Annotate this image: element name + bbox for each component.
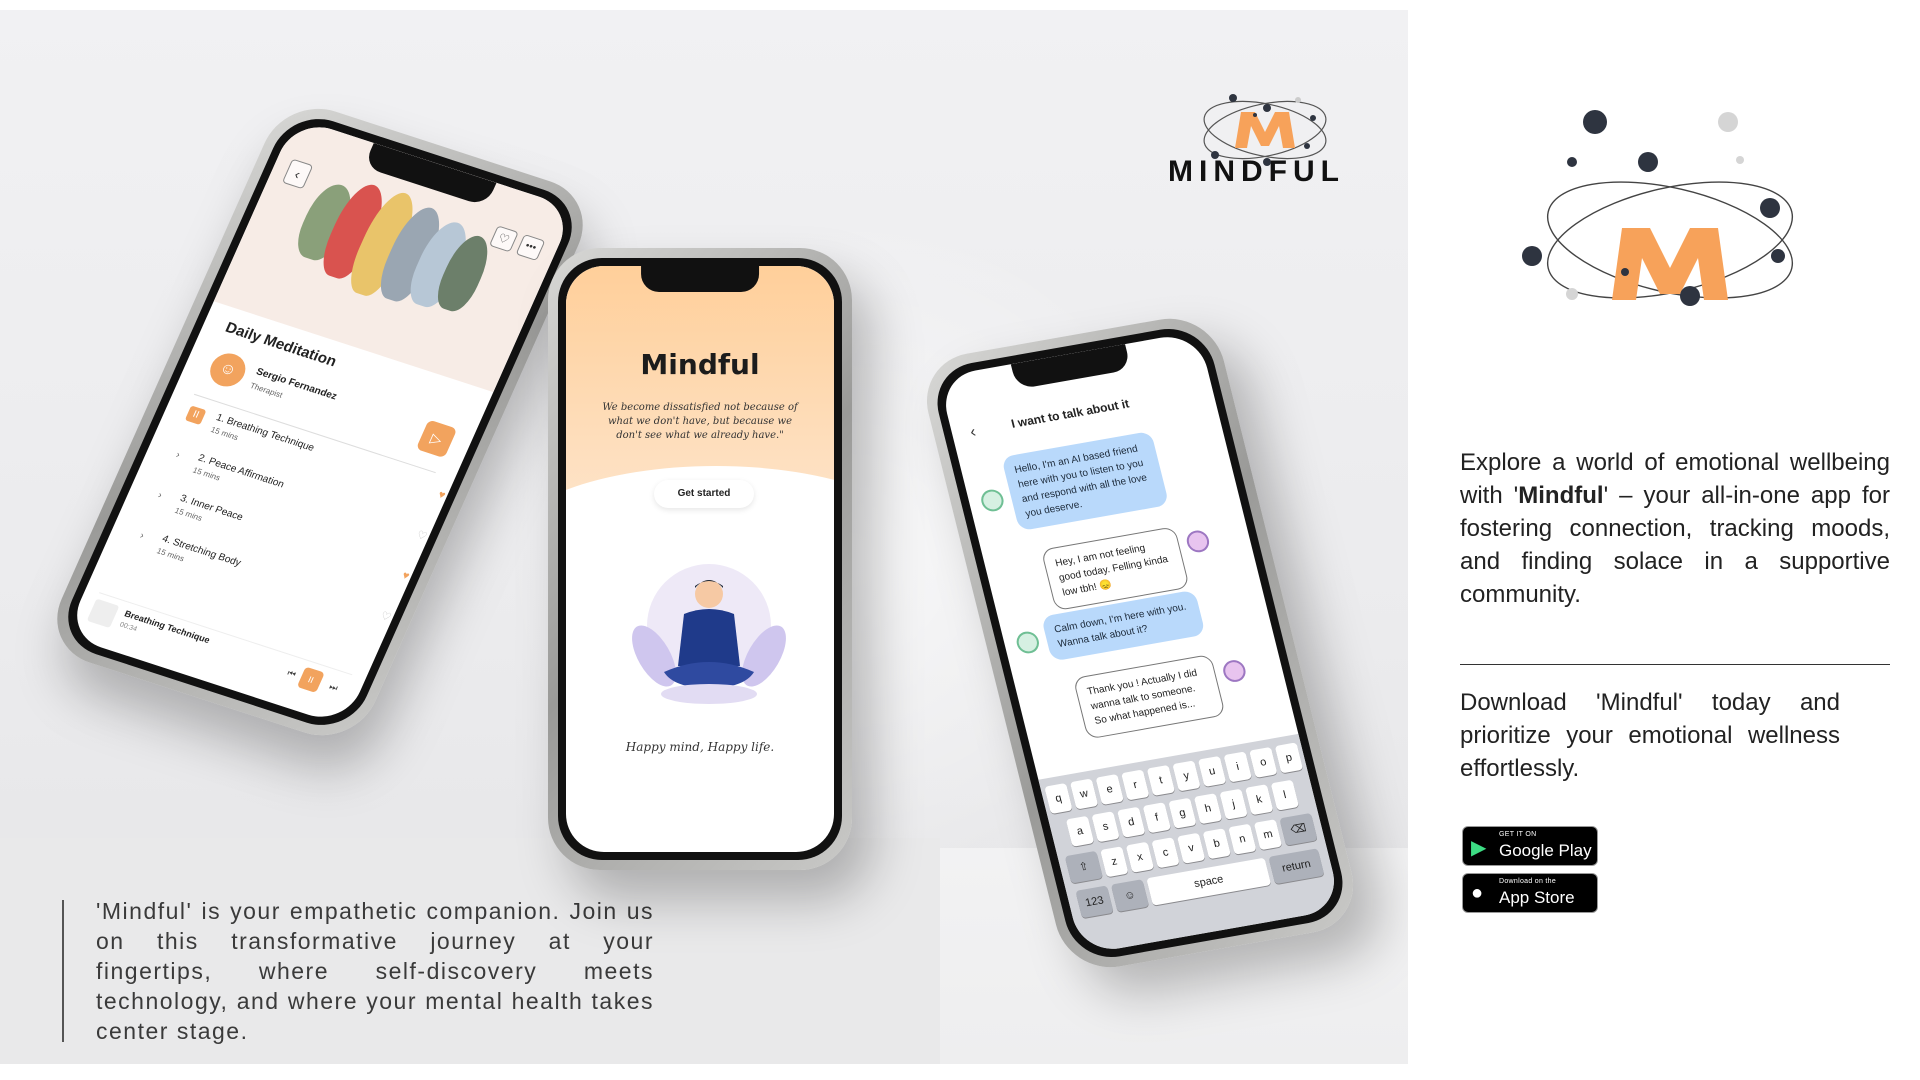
app-title: Mindful [640, 348, 760, 381]
key-w[interactable]: w [1069, 778, 1099, 810]
pause-icon[interactable]: II [184, 405, 207, 426]
key-t[interactable]: t [1146, 764, 1176, 796]
google-play-icon: ▶ [1471, 837, 1487, 859]
previous-icon[interactable]: ⏮ [285, 668, 298, 681]
key-b[interactable]: b [1202, 828, 1232, 860]
bot-avatar [978, 487, 1006, 514]
key-k[interactable]: k [1245, 784, 1274, 816]
app-store-badge[interactable]: ● Download on the App Store [1462, 873, 1598, 913]
app-description: Explore a world of emotional wellbeing w… [1460, 446, 1890, 611]
phone-welcome: Mindful We become dissatisfied not becau… [548, 248, 852, 870]
bot-avatar [1014, 629, 1042, 656]
play-button[interactable]: ▷ [415, 419, 458, 459]
player-time: 00:34 [118, 621, 138, 634]
next-icon[interactable]: ⏭ [327, 681, 340, 694]
key-y[interactable]: y [1172, 760, 1201, 792]
user-message: Thank you ! Actually I did wanna talk to… [1072, 653, 1226, 740]
emoji-key[interactable]: ☺ [1110, 879, 1150, 912]
chevron-right-icon[interactable]: › [167, 446, 189, 466]
key-f[interactable]: f [1142, 802, 1172, 834]
key-e[interactable]: e [1095, 773, 1124, 806]
chevron-right-icon[interactable]: › [149, 486, 171, 506]
keyboard: qwertyuiop asdfghjkl ⇧ zxcvbnm ⌫ 123 ☺ s… [1038, 733, 1343, 955]
key-n[interactable]: n [1228, 823, 1257, 855]
key-x[interactable]: x [1125, 841, 1155, 873]
key-d[interactable]: d [1117, 806, 1146, 838]
heart-icon[interactable]: ♥ [400, 570, 411, 583]
intro-quote: 'Mindful' is your empathetic companion. … [96, 898, 654, 1044]
key-r[interactable]: r [1121, 769, 1150, 801]
heart-outline-icon[interactable]: ♡ [379, 609, 394, 624]
key-m[interactable]: m [1253, 819, 1283, 851]
download-cta-text: Download 'Mindful' today and prioritize … [1460, 689, 1840, 782]
key-v[interactable]: v [1176, 832, 1206, 864]
key-p[interactable]: p [1274, 742, 1304, 774]
heart-outline-icon[interactable]: ♡ [415, 528, 430, 543]
key-j[interactable]: j [1219, 788, 1248, 820]
badge-small-text: GET IT ON [1499, 831, 1537, 838]
chevron-right-icon[interactable]: › [131, 527, 153, 547]
key-a[interactable]: a [1065, 815, 1095, 847]
therapist-avatar: ☺ [204, 349, 251, 391]
phone-screen: Mindful We become dissatisfied not becau… [566, 266, 834, 852]
desc-brand: Mindful [1518, 482, 1604, 509]
google-play-badge[interactable]: ▶ GET IT ON Google Play [1462, 826, 1598, 866]
shift-key[interactable]: ⇧ [1064, 850, 1103, 884]
key-s[interactable]: s [1091, 811, 1120, 843]
player-thumbnail [86, 598, 120, 629]
back-icon[interactable]: ‹ [968, 424, 978, 442]
apple-icon: ● [1471, 882, 1484, 904]
section-divider [1460, 664, 1890, 665]
brand-name: MINDFUL [1168, 155, 1345, 188]
key-u[interactable]: u [1197, 755, 1227, 787]
meditation-illustration [632, 564, 786, 704]
key-c[interactable]: c [1151, 837, 1180, 869]
get-started-button[interactable]: Get started [654, 480, 754, 508]
footer-slogan: Happy mind, Happy life. [625, 740, 775, 754]
delete-key[interactable]: ⌫ [1279, 812, 1318, 846]
key-h[interactable]: h [1193, 793, 1223, 825]
phone-bezel: ‹ ♡ ••• Daily Meditation ☺ Sergio Fernan… [53, 107, 587, 737]
therapist-name: Sergio Fernandez [254, 366, 339, 403]
return-key[interactable]: return [1268, 848, 1325, 885]
key-o[interactable]: o [1249, 746, 1278, 778]
numbers-key[interactable]: 123 [1075, 885, 1114, 919]
badge-small-text: Download on the [1499, 878, 1557, 885]
user-avatar [1184, 528, 1212, 555]
phone-screen: ‹ ♡ ••• Daily Meditation ☺ Sergio Fernan… [64, 117, 576, 727]
key-l[interactable]: l [1270, 779, 1300, 811]
quote-bar [62, 900, 64, 1042]
mockup-scene: 'Mindful' is your empathetic companion. … [0, 10, 1408, 1064]
badge-large-text: Google Play [1499, 841, 1592, 860]
key-g[interactable]: g [1168, 797, 1197, 829]
badge-large-text: App Store [1499, 888, 1575, 907]
phone-notch [1010, 344, 1132, 390]
heart-icon[interactable]: ♥ [436, 489, 447, 502]
phone-notch [641, 266, 759, 292]
pause-button[interactable]: II [296, 666, 325, 693]
key-z[interactable]: z [1100, 846, 1129, 878]
tagline: We become dissatisfied not because of wh… [602, 402, 798, 441]
user-avatar [1220, 658, 1248, 684]
key-q[interactable]: q [1044, 782, 1073, 815]
chat-title: I want to talk about it [1009, 396, 1131, 431]
bot-message: Hello, I'm an AI based friend here with … [1001, 430, 1170, 532]
mindful-logo-large [1522, 110, 1794, 306]
phone-bezel: Mindful We become dissatisfied not becau… [558, 258, 842, 860]
key-i[interactable]: i [1223, 751, 1252, 783]
